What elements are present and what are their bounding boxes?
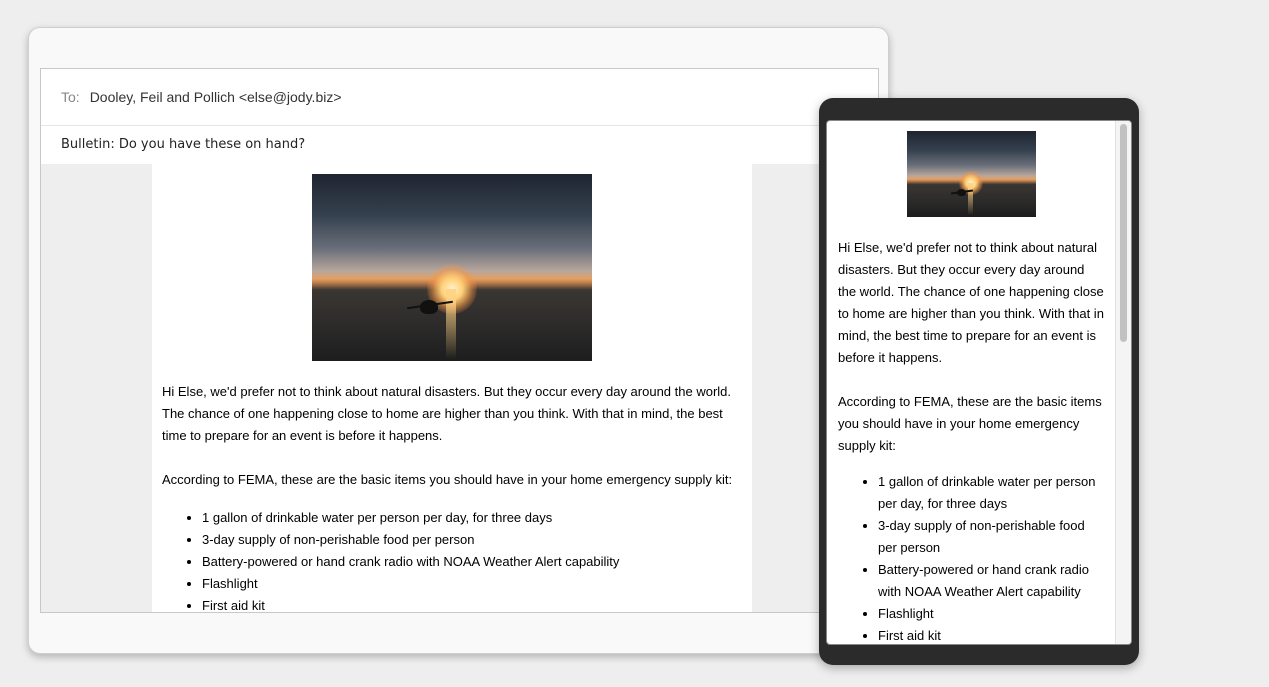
desktop-email-window: To: Dooley, Feil and Pollich <else@jody.… [40, 68, 879, 613]
list-item: 1 gallon of drinkable water per person p… [202, 507, 742, 529]
list-item: 1 gallon of drinkable water per person p… [878, 471, 1105, 515]
mobile-supply-list: 1 gallon of drinkable water per person p… [838, 471, 1105, 644]
mobile-scrollbar[interactable] [1115, 121, 1131, 644]
list-item: Battery-powered or hand crank radio with… [202, 551, 742, 573]
mobile-preview-frame: Hi Else, we'd prefer not to think about … [819, 98, 1139, 665]
mobile-email-body: Hi Else, we'd prefer not to think about … [827, 121, 1115, 644]
mobile-fema-paragraph: According to FEMA, these are the basic i… [838, 394, 1102, 453]
mobile-intro-paragraph: Hi Else, we'd prefer not to think about … [838, 240, 1104, 365]
list-item: First aid kit [202, 595, 742, 612]
email-canvas: Hi Else, we'd prefer not to think about … [41, 164, 878, 612]
to-label: To: [61, 89, 80, 105]
hero-image [312, 174, 592, 361]
recipient-row: To: Dooley, Feil and Pollich <else@jody.… [41, 69, 878, 126]
mobile-screen[interactable]: Hi Else, we'd prefer not to think about … [826, 120, 1132, 645]
scrollbar-thumb[interactable] [1120, 124, 1127, 342]
desktop-preview-frame: To: Dooley, Feil and Pollich <else@jody.… [28, 27, 889, 654]
email-body[interactable]: Hi Else, we'd prefer not to think about … [152, 164, 752, 612]
list-item: First aid kit [878, 625, 1105, 644]
list-item: Battery-powered or hand crank radio with… [878, 559, 1105, 603]
supply-list: 1 gallon of drinkable water per person p… [162, 507, 742, 612]
list-item: Flashlight [202, 573, 742, 595]
list-item: 3-day supply of non-perishable food per … [202, 529, 742, 551]
email-subject: Bulletin: Do you have these on hand? [61, 137, 306, 152]
fema-paragraph: According to FEMA, these are the basic i… [162, 472, 733, 487]
intro-paragraph: Hi Else, we'd prefer not to think about … [162, 384, 732, 443]
list-item: 3-day supply of non-perishable food per … [878, 515, 1105, 559]
mobile-hero-image [907, 131, 1036, 217]
recipient-address: Dooley, Feil and Pollich <else@jody.biz> [89, 89, 342, 105]
list-item: Flashlight [878, 603, 1105, 625]
